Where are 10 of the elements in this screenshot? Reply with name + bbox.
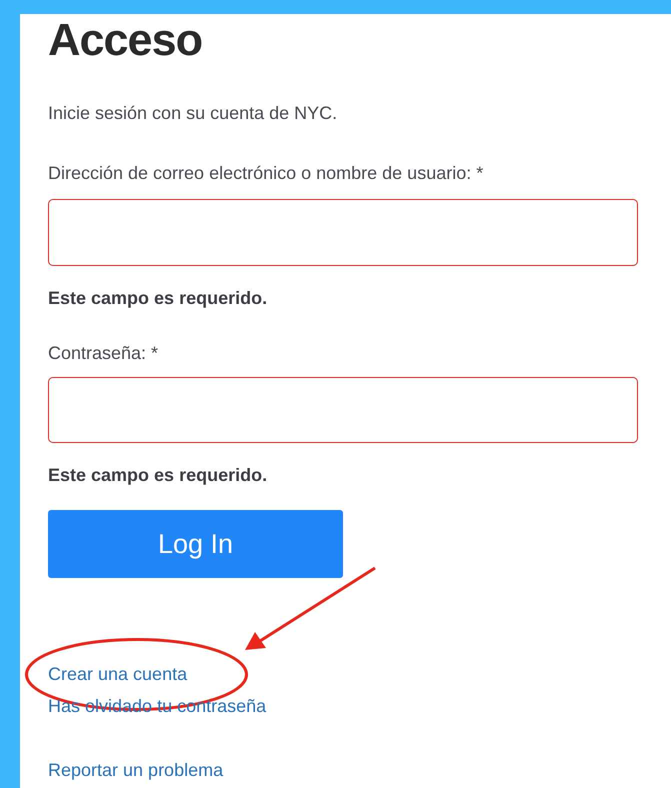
login-button[interactable]: Log In xyxy=(48,510,343,578)
field-label: Dirección de correo electrónico o nombre de usuario: * xyxy=(48,162,484,185)
link[interactable]: Reportar un problema xyxy=(48,758,224,782)
field-label: Contraseña: * xyxy=(48,342,160,365)
error-message: Este campo es requerido. xyxy=(48,464,268,487)
input-field[interactable] xyxy=(48,377,638,443)
error-message: Este campo es requerido. xyxy=(48,287,268,310)
intro-text: Inicie sesión con su cuenta de NYC. xyxy=(48,102,338,125)
input-field[interactable] xyxy=(48,199,638,266)
page-title: Acceso xyxy=(48,14,202,66)
